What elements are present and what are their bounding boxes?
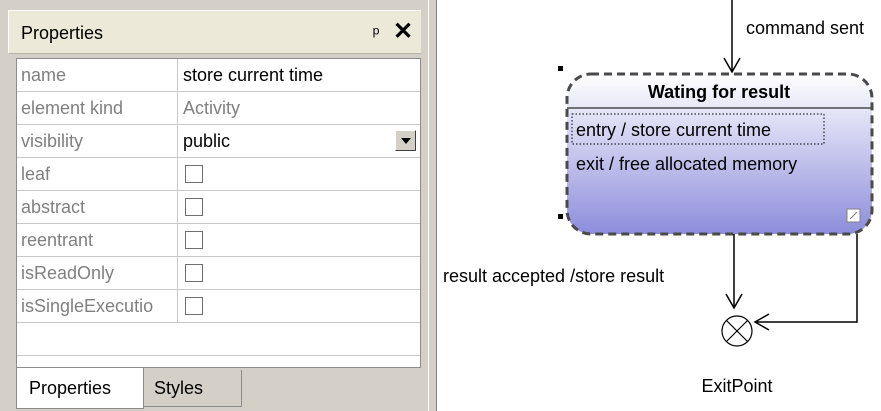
property-row-isreadonly: isReadOnly: [17, 257, 420, 290]
element-kind-value: Activity: [183, 98, 241, 118]
selection-handle[interactable]: [558, 214, 563, 219]
property-row-visibility: visibility public: [17, 125, 420, 158]
exit-point-label: ExitPoint: [701, 376, 772, 396]
property-row-issingleexecution: isSingleExecutio: [17, 290, 420, 323]
selection-handle[interactable]: [558, 66, 563, 71]
property-row-leaf: leaf: [17, 158, 420, 191]
name-value-field[interactable]: store current time: [179, 59, 420, 91]
property-row-abstract: abstract: [17, 191, 420, 224]
exit-point[interactable]: [721, 315, 753, 347]
tab-properties[interactable]: Properties: [16, 368, 144, 409]
property-row-element-kind: element kind Activity: [17, 92, 420, 125]
property-label: leaf: [17, 158, 178, 190]
incoming-transition-label[interactable]: command sent: [746, 18, 864, 38]
abstract-checkbox[interactable]: [185, 198, 203, 216]
property-label: isSingleExecutio: [17, 290, 178, 322]
property-label: element kind: [17, 92, 178, 124]
property-row-empty: [17, 323, 420, 356]
pin-icon[interactable]: ᵖ: [365, 21, 387, 45]
exit-activity[interactable]: exit / free allocated memory: [576, 154, 797, 174]
chevron-down-icon[interactable]: [395, 130, 416, 151]
property-label: visibility: [17, 125, 178, 157]
property-label: reentrant: [17, 224, 178, 256]
isreadonly-checkbox[interactable]: [185, 264, 203, 282]
panel-header: Properties ᵖ ✕: [8, 10, 421, 54]
property-row-reentrant: reentrant: [17, 224, 420, 257]
state-name: Wating for result: [648, 82, 790, 102]
property-label: isReadOnly: [17, 257, 178, 289]
visibility-select[interactable]: public: [179, 125, 420, 157]
issingleexecution-checkbox[interactable]: [185, 297, 203, 315]
property-label: abstract: [17, 191, 178, 223]
state-diagram: command sent Wating for result entry / s…: [443, 0, 874, 396]
property-grid: name store current time element kind Act…: [16, 58, 421, 368]
panel-title: Properties: [21, 23, 104, 43]
properties-panel: Properties ᵖ ✕ name store current time e…: [0, 0, 428, 411]
loop-transition-line[interactable]: [755, 234, 858, 323]
close-icon[interactable]: ✕: [391, 19, 415, 45]
property-label: name: [17, 59, 178, 91]
entry-activity[interactable]: entry / store current time: [576, 120, 771, 140]
panel-splitter[interactable]: [428, 0, 437, 411]
reentrant-checkbox[interactable]: [185, 231, 203, 249]
leaf-checkbox[interactable]: [185, 165, 203, 183]
tab-styles[interactable]: Styles: [144, 370, 242, 407]
diagram-canvas[interactable]: command sent Wating for result entry / s…: [437, 0, 881, 411]
outgoing-transition-label[interactable]: result accepted /store result: [443, 266, 664, 286]
property-row-name: name store current time: [17, 59, 420, 92]
visibility-selected-value: public: [183, 131, 231, 151]
state-waiting-for-result[interactable]: Wating for result entry / store current …: [565, 72, 874, 236]
